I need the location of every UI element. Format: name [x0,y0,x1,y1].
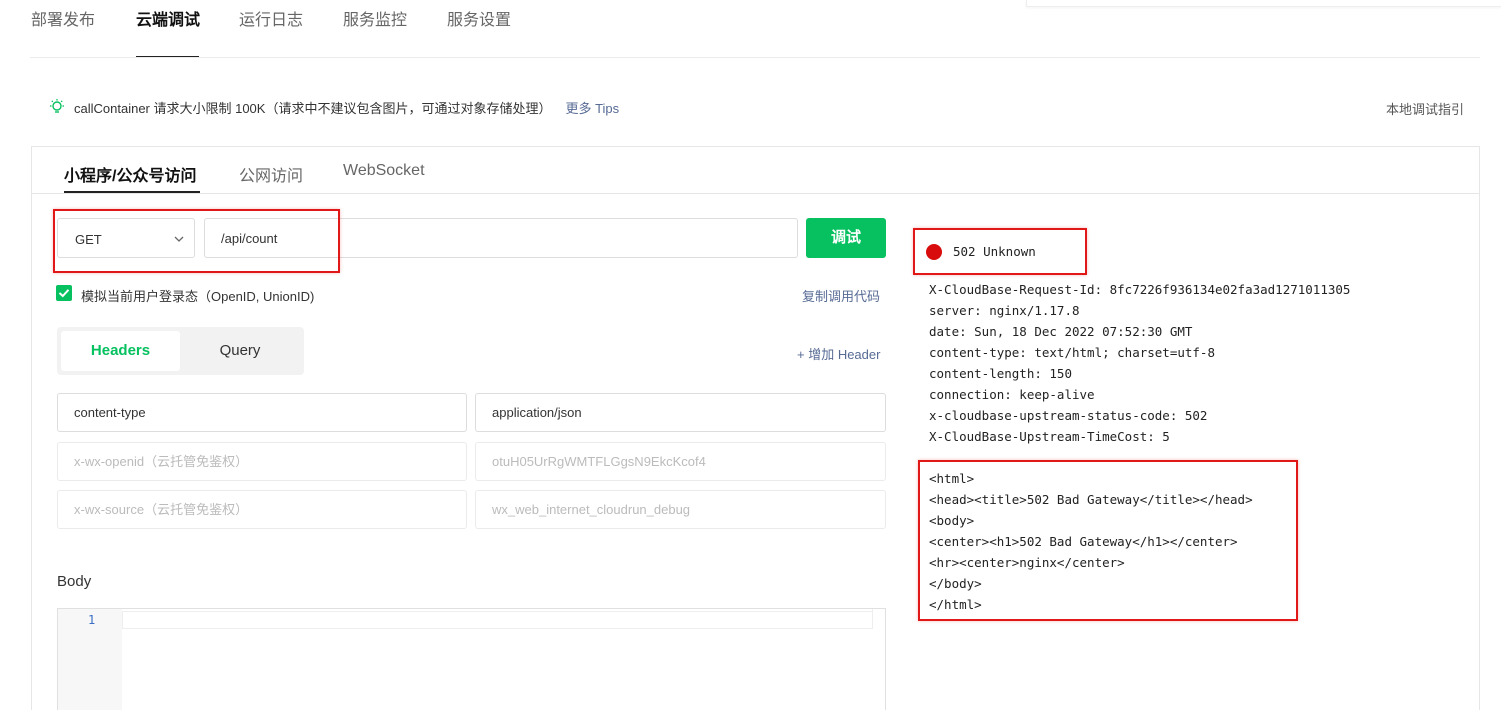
body-label: Body [57,573,92,590]
params-segmented-control: Headers Query [57,327,304,375]
tab-logs[interactable]: 运行日志 [239,6,303,30]
simulate-login-checkbox[interactable] [56,285,72,301]
add-header-button[interactable]: + 增加 Header [797,344,880,363]
line-number: 1 [88,613,96,627]
response-body-line: <body> [929,513,975,528]
tab-cloud-debug[interactable]: 云端调试 [136,6,200,30]
response-header-line: connection: keep-alive [929,387,1095,402]
response-header-line: content-type: text/html; charset=utf-8 [929,345,1215,360]
access-tabs: 小程序/公众号访问 公网访问 WebSocket [32,147,1479,194]
tip-bar: callContainer 请求大小限制 100K（请求中不建议包含图片，可通过… [48,97,619,117]
response-body-line: <center><h1>502 Bad Gateway</h1></center… [929,534,1238,549]
method-value: GET [75,232,102,247]
simulate-login-label: 模拟当前用户登录态（OpenID, UnionID) [81,289,315,304]
header-value-field[interactable]: otuH05UrRgWMTFLGgsN9EkcKcof4 [475,442,886,481]
top-right-popover-edge [1026,0,1501,7]
response-header-line: X-CloudBase-Upstream-TimeCost: 5 [929,429,1170,444]
tab-headers[interactable]: Headers [61,331,180,371]
url-input[interactable]: /api/count [204,218,798,258]
status-error-dot [926,244,942,260]
chevron-down-icon [174,236,184,242]
header-value-field[interactable]: application/json [475,393,886,432]
editor-scrollbar[interactable] [872,609,885,629]
response-body-line: <hr><center>nginx</center> [929,555,1125,570]
checkmark-icon [58,289,70,298]
header-key-field[interactable]: x-wx-openid（云托管免鉴权） [57,442,467,481]
top-nav: 部署发布 云端调试 运行日志 服务监控 服务设置 [0,0,1501,58]
access-tab-underline [64,191,200,193]
response-header-line: date: Sun, 18 Dec 2022 07:52:30 GMT [929,324,1193,339]
tab-monitor[interactable]: 服务监控 [343,6,407,30]
lightbulb-icon [50,99,64,113]
header-key-field[interactable]: x-wx-source（云托管免鉴权） [57,490,467,529]
response-body-line: <head><title>502 Bad Gateway</title></he… [929,492,1253,507]
copy-code-link[interactable]: 复制调用代码 [802,286,880,305]
response-header-line: x-cloudbase-upstream-status-code: 502 [929,408,1208,423]
editor-active-line [122,611,873,629]
response-header-line: server: nginx/1.17.8 [929,303,1080,318]
nav-divider [30,57,1480,58]
tab-miniprogram-access[interactable]: 小程序/公众号访问 [64,162,196,186]
response-body-line: <html> [929,471,975,486]
local-debug-guide-link[interactable]: 本地调试指引 [1386,99,1464,118]
more-tips-link[interactable]: 更多 Tips [565,98,619,117]
response-status: 502 Unknown [953,244,1036,259]
response-header-line: content-length: 150 [929,366,1072,381]
header-key-field[interactable]: content-type [57,393,467,432]
tab-settings[interactable]: 服务设置 [447,6,511,30]
tip-text: callContainer 请求大小限制 100K（请求中不建议包含图片，可通过… [74,100,552,116]
tab-websocket[interactable]: WebSocket [343,162,425,180]
tab-deploy[interactable]: 部署发布 [31,6,95,30]
response-header-line: X-CloudBase-Request-Id: 8fc7226f936134e0… [929,282,1351,297]
response-body-line: </body> [929,576,982,591]
body-editor[interactable]: 1 [57,608,886,710]
header-value-field[interactable]: wx_web_internet_cloudrun_debug [475,490,886,529]
response-body-line: </html> [929,597,982,612]
tab-query[interactable]: Query [180,331,300,371]
debug-button[interactable]: 调试 [806,218,886,258]
tab-public-access[interactable]: 公网访问 [239,162,303,186]
method-select[interactable]: GET [57,218,195,258]
